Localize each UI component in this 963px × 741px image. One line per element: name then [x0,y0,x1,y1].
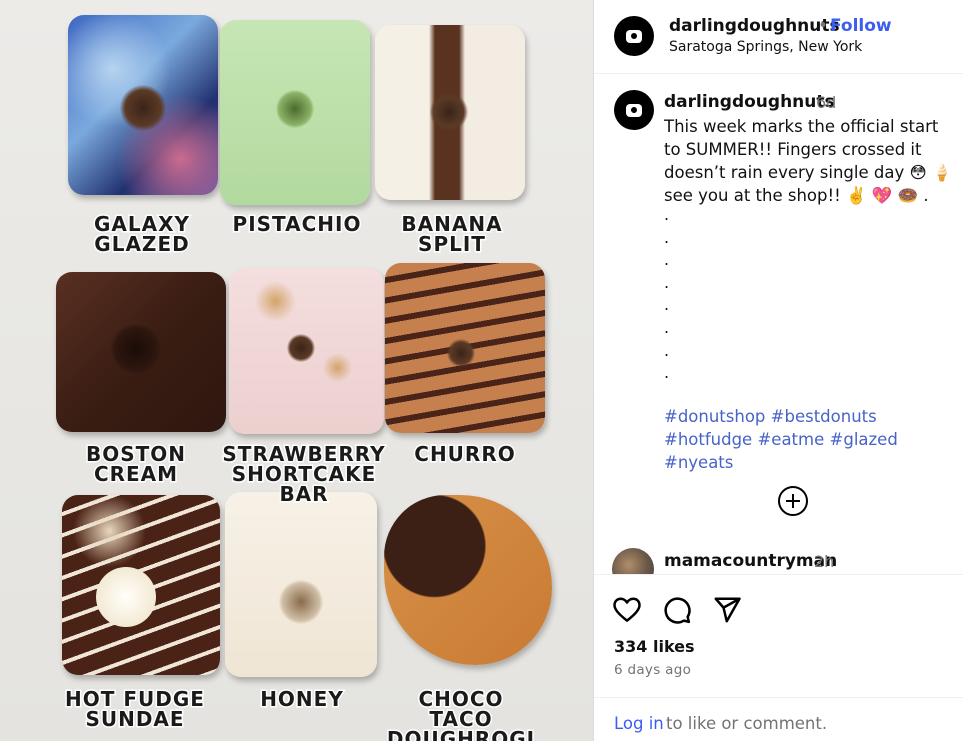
header-separator: • [818,16,829,36]
donut-hot-fudge-sundae [62,495,220,675]
post-header: darlingdoughnuts • Follow Saratoga Sprin… [594,0,963,74]
hashtag-link[interactable]: #nyeats [664,453,733,472]
doughnut-logo-icon[interactable] [614,16,654,56]
donut-banana-split [375,25,525,200]
comment-icon[interactable] [662,595,692,625]
label-strawberry-shortcake-bar: STRAWBERRY SHORTCAKE BAR [221,442,386,506]
comment-time[interactable]: 2h [814,552,834,571]
caption-dots: . . . . . . . . [664,205,670,383]
label-banana-split: BANANA SPLIT [400,212,503,256]
likes-count[interactable]: 334 likes [614,637,695,656]
plus-circle-icon[interactable] [778,486,808,516]
donut-honey [225,492,377,677]
post-date[interactable]: 6 days ago [614,662,691,678]
label-boston-cream: BOSTON CREAM [84,442,187,486]
label-galaxy-glazed: GALAXY GLAZED [92,212,191,256]
caption-username[interactable]: darlingdoughnuts [664,92,835,112]
caption-avatar-icon[interactable] [614,90,654,130]
login-prompt: Log in to like or comment. [594,697,963,741]
hashtags: #donutshop #bestdonuts #hotfudge #eatme … [664,405,960,474]
label-pistachio: PISTACHIO [231,212,362,236]
login-prompt-text: to like or comment. [666,714,828,733]
comment-username[interactable]: mamacountryman [664,551,837,571]
location-link[interactable]: Saratoga Springs, New York [669,39,862,55]
hashtag-link[interactable]: #glazed [830,430,898,449]
donut-churro [385,263,545,433]
send-icon[interactable] [712,595,742,625]
post-side-panel: darlingdoughnuts • Follow Saratoga Sprin… [593,0,963,741]
caption-text: This week marks the official start to SU… [664,117,953,205]
hashtag-link[interactable]: #donutshop [664,407,765,426]
hashtag-link[interactable]: #eatme [757,430,824,449]
hashtag-link[interactable]: #bestdonuts [771,407,877,426]
avatar[interactable] [612,548,654,574]
donut-galaxy-glazed [68,15,218,195]
donut-boston-cream [56,272,226,432]
login-link[interactable]: Log in [614,714,664,733]
label-churro: CHURRO [413,442,516,466]
follow-button[interactable]: Follow [830,16,892,36]
caption-time[interactable]: 6d [816,93,836,112]
hashtag-link[interactable]: #hotfudge [664,430,752,449]
label-choco-taco-doughrogi: CHOCO TACO DOUGHROGI [385,687,536,741]
post-photo: GALAXY GLAZED PISTACHIO BANANA SPLIT BOS… [0,0,593,741]
donut-pistachio [220,20,370,205]
caption-section: darlingdoughnuts 6d This week marks the … [594,74,963,574]
heart-icon[interactable] [612,595,642,625]
label-hot-fudge-sundae: HOT FUDGE SUNDAE [64,687,206,731]
header-username[interactable]: darlingdoughnuts [669,16,840,36]
comment-item: mamacountryman 2h [594,548,963,574]
donut-strawberry-shortcake-bar [229,268,384,434]
donut-choco-taco-doughrogi [384,495,552,665]
action-bar: 334 likes 6 days ago Log in to like or c… [594,574,963,741]
label-honey: HONEY [259,687,345,711]
